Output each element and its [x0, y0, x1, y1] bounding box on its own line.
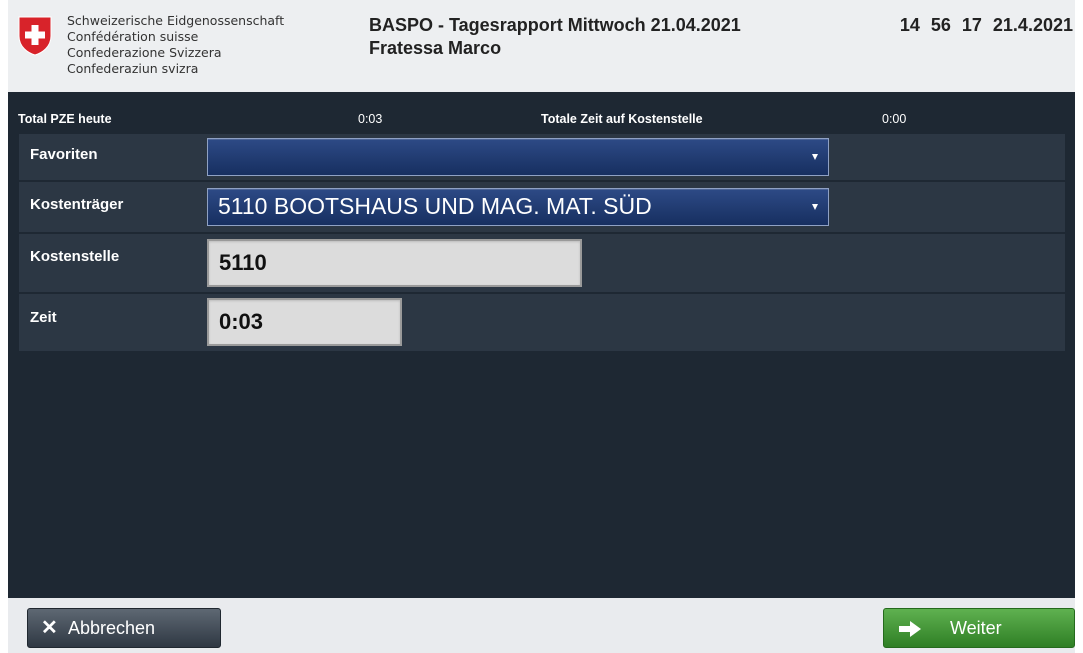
kostentraeger-selected-value: 5110 BOOTSHAUS UND MAG. MAT. SÜD [218, 193, 652, 219]
confederation-line-rm: Confederaziun svizra [67, 61, 199, 76]
kostenstelle-label: Kostenstelle [30, 248, 120, 265]
kostentraeger-select[interactable]: 5110 BOOTSHAUS UND MAG. MAT. SÜD [207, 188, 829, 226]
kostentraeger-row: Kostenträger 5110 BOOTSHAUS UND MAG. MAT… [19, 182, 1065, 232]
cost-center-time-label: Totale Zeit auf Kostenstelle [541, 112, 703, 126]
app-window: Schweizerische Eidgenossenschaft Confédé… [8, 0, 1075, 653]
dropdown-arrow-icon [812, 204, 818, 210]
arrow-right-icon [899, 621, 921, 637]
zeit-label: Zeit [30, 309, 57, 326]
zeit-input[interactable]: 0:03 [207, 298, 402, 346]
total-pze-value: 0:03 [358, 112, 383, 126]
cancel-button-label: Abbrechen [68, 618, 156, 638]
zeit-row: Zeit 0:03 [19, 294, 1065, 351]
page-title: BASPO - Tagesrapport Mittwoch 21.04.2021 [369, 15, 741, 35]
favoriten-row: Favoriten [19, 134, 1065, 180]
page-title-block: BASPO - Tagesrapport Mittwoch 21.04.2021… [369, 14, 741, 60]
confederation-line-it: Confederazione Svizzera [67, 45, 222, 60]
favoriten-label: Favoriten [30, 146, 98, 163]
zeit-value: 0:03 [219, 309, 264, 334]
dropdown-arrow-icon [812, 154, 818, 160]
cost-center-time-value: 0:00 [882, 112, 907, 126]
next-button[interactable]: Weiter [883, 608, 1075, 648]
header: Schweizerische Eidgenossenschaft Confédé… [8, 0, 1075, 92]
clock: 14 56 17 21.4.2021 [899, 15, 1073, 35]
confederation-text: Schweizerische Eidgenossenschaft Confédé… [67, 13, 284, 77]
total-pze-label: Total PZE heute [18, 112, 112, 126]
kostenstelle-input[interactable]: 5110 [207, 239, 582, 287]
kostenstelle-row: Kostenstelle 5110 [19, 234, 1065, 292]
favoriten-select[interactable] [207, 138, 829, 176]
kostentraeger-label: Kostenträger [30, 196, 124, 213]
confederation-line-de: Schweizerische Eidgenossenschaft [67, 13, 285, 28]
main-panel: Total PZE heute 0:03 Totale Zeit auf Kos… [8, 92, 1075, 598]
cancel-button[interactable]: ✕ Abbrechen [27, 608, 221, 648]
footer: ✕ Abbrechen Weiter [8, 598, 1075, 653]
confederation-line-fr: Confédération suisse [67, 29, 199, 44]
next-button-label: Weiter [950, 618, 1002, 638]
close-icon: ✕ [41, 617, 58, 639]
summary-bar: Total PZE heute 0:03 Totale Zeit auf Kos… [8, 112, 1075, 130]
user-name: Fratessa Marco [369, 38, 502, 58]
swiss-crest-icon [18, 16, 52, 56]
kostenstelle-value: 5110 [219, 250, 267, 275]
